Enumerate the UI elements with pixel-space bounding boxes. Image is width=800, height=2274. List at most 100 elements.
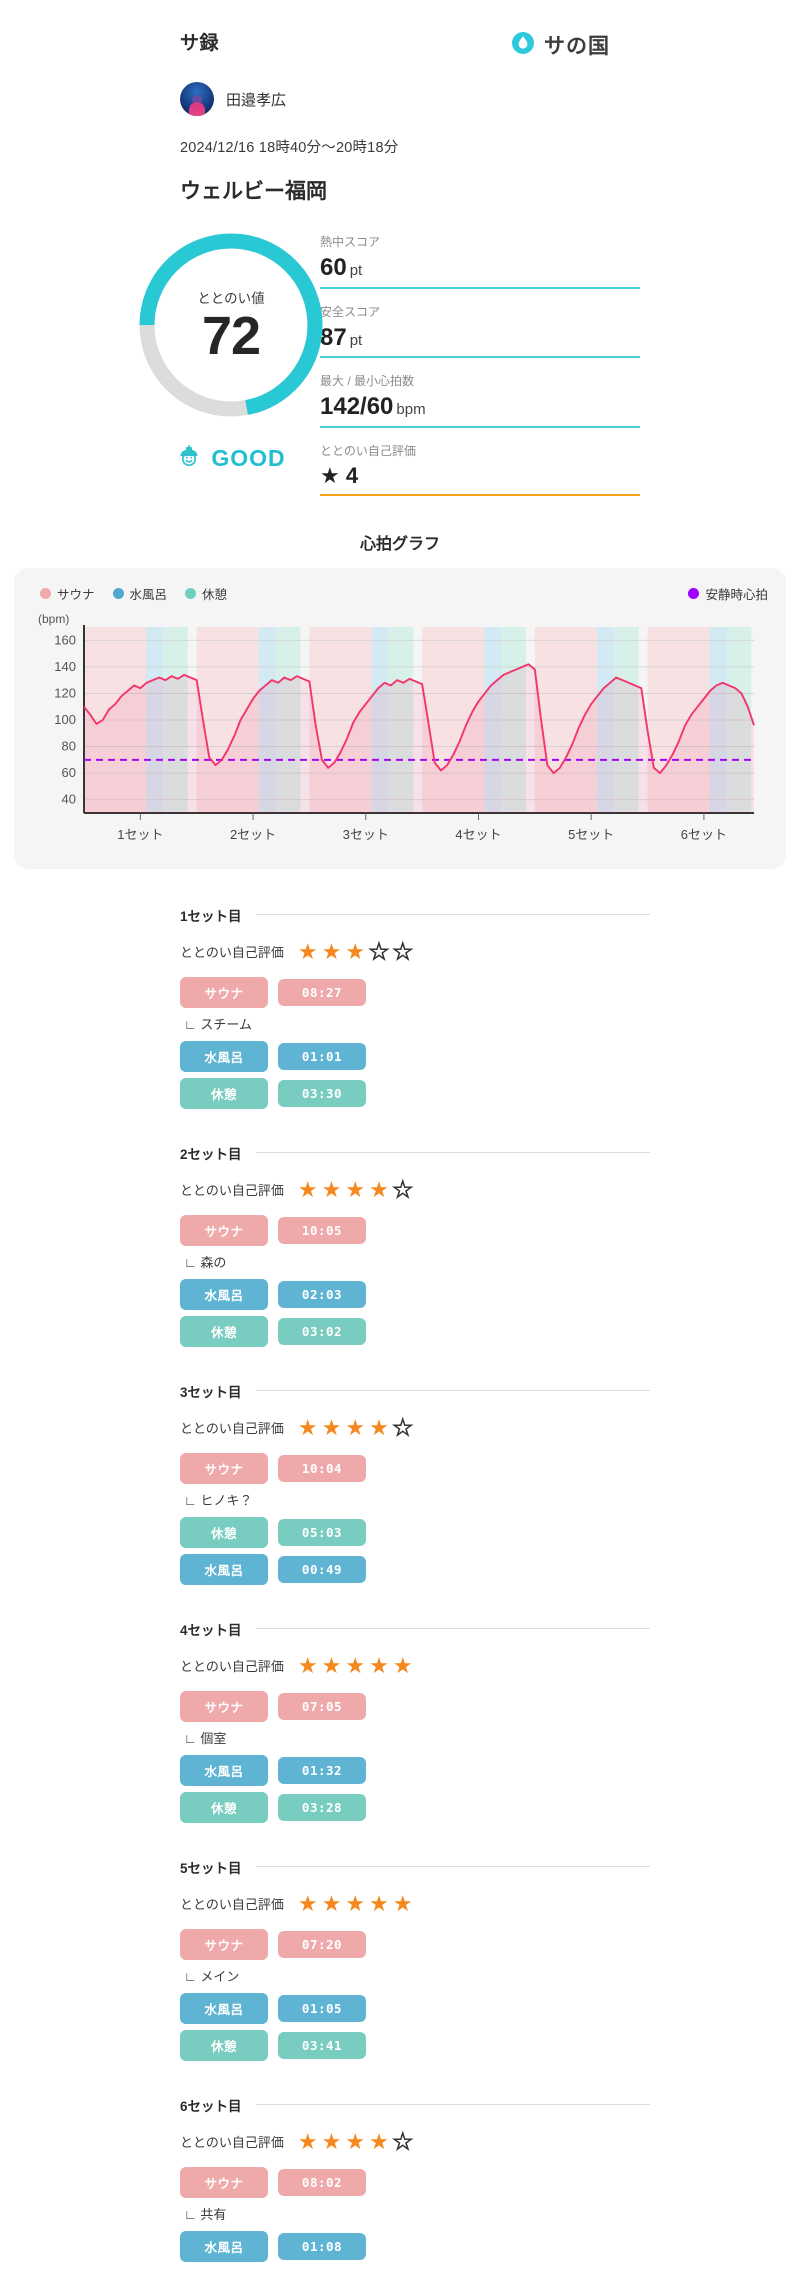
- chart-title: 心拍グラフ: [359, 535, 440, 553]
- legend-label: 安静時心拍: [705, 587, 768, 602]
- svg-text:5セット: 5セット: [568, 827, 614, 842]
- legend-item-sauna: サウナ: [40, 584, 95, 603]
- phase-duration-pill: 08:02: [278, 2168, 366, 2196]
- chart-legend: サウナ 水風呂 休憩 安静時心拍: [28, 580, 772, 609]
- phase-label-pill: 水風呂: [180, 1040, 268, 1072]
- star-filled-icon[interactable]: ★: [345, 1178, 365, 1201]
- stat-unit: bpm: [396, 401, 426, 419]
- star-filled-icon[interactable]: ★: [393, 1892, 413, 1915]
- totonoi-gauge: ととのい値 72: [133, 227, 329, 423]
- star-filled-icon[interactable]: ★: [369, 1654, 389, 1677]
- legend-label: サウナ: [57, 587, 95, 602]
- stat-number: 142/60: [320, 393, 394, 421]
- phase-sub-note: ∟ 共有: [184, 2206, 227, 2222]
- star-filled-icon[interactable]: ★: [298, 1654, 318, 1677]
- set-card: 2セット目 ととのい自己評価 ★ ★ ★ ★ ★ サウナ 10:05 ∟ 森の 水風呂 02:03 休憩…: [0, 1121, 800, 1359]
- phase-label-pill: 休憩: [180, 1077, 268, 1109]
- star-filled-icon[interactable]: ★: [345, 940, 365, 963]
- heart-rate-chart-card: サウナ 水風呂 休憩 安静時心拍 40 60 80 100 120 140 160 (bpm)…: [14, 567, 786, 869]
- star-filled-icon[interactable]: ★: [322, 2130, 342, 2153]
- phase-row: 休憩 05:03: [180, 1516, 650, 1548]
- venue-name: ウェルビー福岡: [180, 180, 327, 203]
- star-filled-icon[interactable]: ★: [298, 1892, 318, 1915]
- star-empty-icon[interactable]: ★: [392, 2130, 413, 2154]
- legend-item-mizuburo: 水風呂: [112, 584, 167, 603]
- chart-plot[interactable]: 40 60 80 100 120 140 160 (bpm) 1セット 2セット 3セット 4セット 5…: [28, 609, 772, 859]
- app-title: サ録: [180, 33, 220, 54]
- star-filled-icon[interactable]: ★: [369, 2130, 389, 2153]
- set-rating-stars[interactable]: ★ ★ ★ ★ ★: [298, 940, 413, 964]
- set-rating-stars[interactable]: ★ ★ ★ ★ ★: [298, 1416, 413, 1440]
- verdict-text: GOOD: [211, 445, 286, 471]
- phase-label-pill: 休憩: [180, 2029, 268, 2061]
- star-filled-icon[interactable]: ★: [322, 1416, 342, 1439]
- phase-duration-pill: 08:27: [278, 978, 366, 1006]
- gauge-center: ととのい値 72: [133, 227, 329, 423]
- gauge-label: ととのい値: [197, 291, 265, 306]
- avatar[interactable]: [180, 82, 214, 116]
- star-filled-icon[interactable]: ★: [298, 1416, 318, 1439]
- star-empty-icon[interactable]: ★: [392, 1416, 413, 1440]
- stat-label: 熱中スコア: [320, 235, 381, 249]
- phase-label-pill: サウナ: [180, 1452, 268, 1484]
- star-filled-icon[interactable]: ★: [322, 1654, 342, 1677]
- svg-text:3セット: 3セット: [343, 827, 389, 842]
- gauge-column: ととのい値 72 GOOD: [0, 227, 323, 474]
- star-empty-icon[interactable]: ★: [392, 940, 413, 964]
- star-filled-icon[interactable]: ★: [298, 2130, 318, 2153]
- set-title: 3セット目: [180, 1384, 242, 1400]
- set-title: 1セット目: [180, 908, 242, 924]
- phase-row: サウナ 08:27: [180, 976, 650, 1008]
- star-filled-icon[interactable]: ★: [298, 940, 318, 963]
- set-rating-stars[interactable]: ★ ★ ★ ★ ★: [298, 1892, 413, 1915]
- phase-duration-pill: 03:41: [278, 2031, 366, 2059]
- star-filled-icon[interactable]: ★: [345, 1654, 365, 1677]
- star-filled-icon[interactable]: ★: [345, 1892, 365, 1915]
- star-filled-icon[interactable]: ★: [345, 2130, 365, 2153]
- svg-text:(bpm): (bpm): [38, 612, 69, 626]
- phase-label-pill: 休憩: [180, 1791, 268, 1823]
- star-filled-icon[interactable]: ★: [322, 1892, 342, 1915]
- star-empty-icon[interactable]: ★: [368, 940, 389, 964]
- phase-duration-pill: 01:32: [278, 1756, 366, 1784]
- star-filled-icon[interactable]: ★: [345, 1416, 365, 1439]
- star-filled-icon[interactable]: ★: [369, 1892, 389, 1915]
- star-filled-icon[interactable]: ★: [322, 1178, 342, 1201]
- star-empty-icon[interactable]: ★: [392, 1178, 413, 1202]
- user-row[interactable]: 田邉孝広: [0, 60, 800, 116]
- set-divider: [255, 914, 650, 916]
- svg-text:140: 140: [54, 659, 76, 674]
- phase-label-pill: 水風呂: [180, 1553, 268, 1585]
- legend-item-resting-hr: 安静時心拍: [688, 584, 768, 603]
- logo-text: サの国: [544, 35, 610, 58]
- phase-duration-pill: 10:04: [278, 1454, 366, 1482]
- phase-label-pill: サウナ: [180, 976, 268, 1008]
- phase-row: サウナ 10:04: [180, 1452, 650, 1484]
- legend-dot-icon: [688, 587, 700, 599]
- svg-text:160: 160: [54, 632, 76, 647]
- svg-text:2セット: 2セット: [230, 827, 276, 842]
- set-rating-stars[interactable]: ★ ★ ★ ★ ★: [298, 2130, 413, 2154]
- set-card: 5セット目 ととのい自己評価 ★ ★ ★ ★ ★ サウナ 07:20 ∟ メイン 水風呂 01:05 休…: [0, 1835, 800, 2073]
- set-rating-label: ととのい自己評価: [180, 2135, 284, 2151]
- set-card: 3セット目 ととのい自己評価 ★ ★ ★ ★ ★ サウナ 10:04 ∟ ヒノキ？ 休憩 05:03 水…: [0, 1359, 800, 1597]
- star-filled-icon[interactable]: ★: [369, 1178, 389, 1201]
- star-filled-icon[interactable]: ★: [298, 1178, 318, 1201]
- set-header: 1セット目: [180, 905, 650, 925]
- set-rating-row: ととのい自己評価 ★ ★ ★ ★ ★: [180, 940, 650, 964]
- legend-label: 休憩: [202, 587, 228, 602]
- set-rating-stars[interactable]: ★ ★ ★ ★ ★: [298, 1654, 413, 1677]
- sauna-mascot-icon: [176, 443, 202, 474]
- set-header: 5セット目: [180, 1857, 650, 1877]
- set-card: 1セット目 ととのい自己評価 ★ ★ ★ ★ ★ サウナ 08:27 ∟ スチーム 水風呂 01:01…: [0, 883, 800, 1121]
- set-rating-label: ととのい自己評価: [180, 1659, 284, 1675]
- set-rating-row: ととのい自己評価 ★ ★ ★ ★ ★: [180, 2130, 650, 2154]
- star-filled-icon[interactable]: ★: [369, 1416, 389, 1439]
- phase-label-pill: サウナ: [180, 1928, 268, 1960]
- brand-logo[interactable]: サの国: [511, 28, 760, 60]
- page-header: サ録 サの国: [0, 0, 800, 60]
- phase-row: 休憩 03:02: [180, 1315, 650, 1347]
- star-filled-icon[interactable]: ★: [322, 940, 342, 963]
- star-filled-icon[interactable]: ★: [393, 1654, 413, 1677]
- set-rating-stars[interactable]: ★ ★ ★ ★ ★: [298, 1178, 413, 1202]
